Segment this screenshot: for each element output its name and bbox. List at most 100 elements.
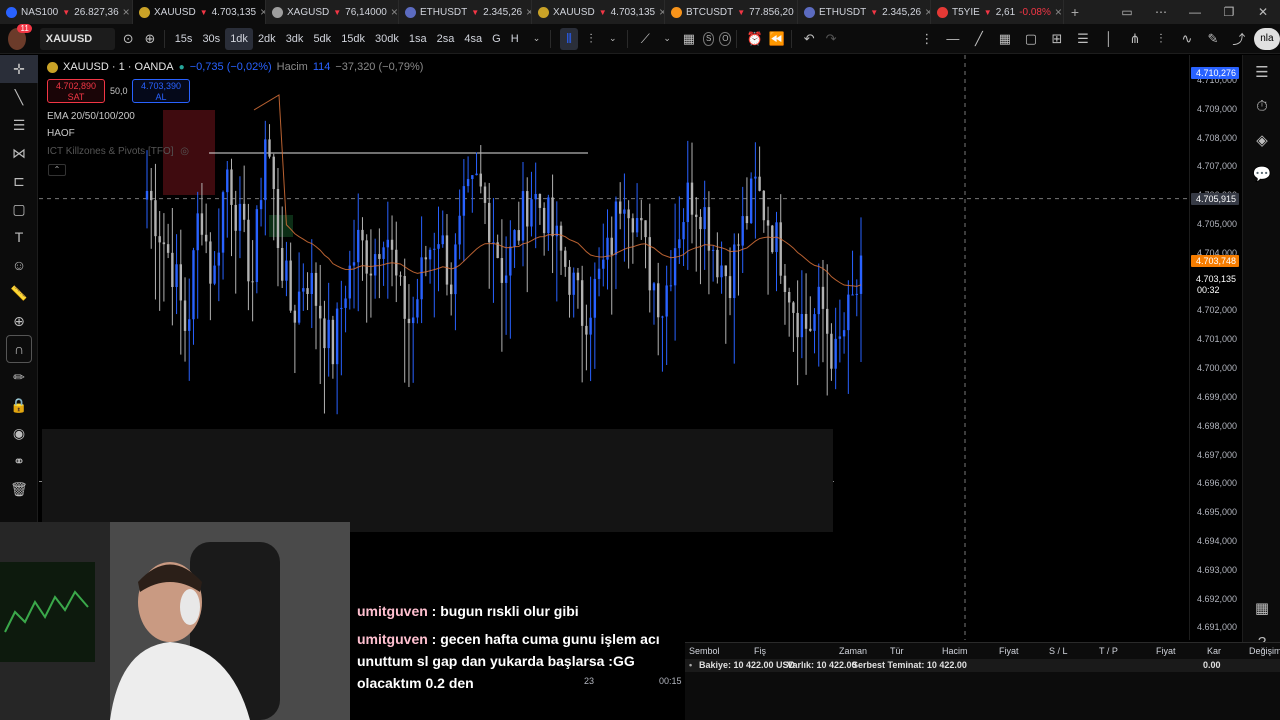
profile-button[interactable]: nla — [1253, 27, 1280, 50]
shapes-icon[interactable]: ▢ — [0, 195, 38, 223]
interval-5[interactable]: 5dk — [308, 28, 336, 50]
ruler-icon[interactable]: 📏 — [0, 279, 38, 307]
column-header[interactable]: Değişim — [1249, 646, 1280, 656]
zoom-icon[interactable]: ⊕ — [0, 307, 38, 335]
watchlist-icon[interactable]: ☰ — [1243, 55, 1280, 89]
wave-icon[interactable]: ∿ — [1176, 28, 1198, 50]
grid-icon[interactable]: ▦ — [994, 28, 1016, 50]
interval-6[interactable]: 15dk — [336, 28, 370, 50]
replay-icon[interactable]: ⏪ — [768, 28, 786, 50]
sell-button[interactable]: 4.702,890 SAT — [47, 79, 105, 103]
eye-icon[interactable]: ◉ — [0, 419, 38, 447]
trend-line-icon[interactable]: ╱ — [968, 28, 990, 50]
indicator-haof[interactable]: HAOF — [47, 128, 75, 139]
chevron-down-icon[interactable]: ⌄ — [604, 28, 622, 50]
column-header[interactable]: Hacim — [942, 646, 968, 656]
chevron-down-icon[interactable]: ⌄ — [658, 28, 676, 50]
tab-ethusdt[interactable]: ETHUSDT▼2.345,26× — [798, 0, 931, 24]
tab-btcusdt[interactable]: BTCUSDT▼77.856,20× — [665, 0, 798, 24]
interval-7[interactable]: 30dk — [370, 28, 404, 50]
more-icon[interactable]: ⋯ — [1144, 5, 1178, 19]
indicator-ema[interactable]: EMA 20/50/100/200 — [47, 111, 135, 122]
layout-icon[interactable]: ▭ — [1110, 5, 1144, 19]
add-symbol-icon[interactable]: ⊕ — [141, 28, 159, 50]
magnet-icon[interactable]: ∩ — [6, 335, 32, 363]
tab-xauusd[interactable]: XAUUSD▼4.703,135× — [133, 0, 266, 24]
vertical-line-icon[interactable]: │ — [1098, 28, 1120, 50]
chat-icon[interactable]: 💬 — [1243, 157, 1280, 191]
session-s-toggle[interactable]: S — [702, 31, 715, 46]
tab-xauusd[interactable]: XAUUSD▼4.703,135× — [532, 0, 665, 24]
legend-symbol[interactable]: XAUUSD · 1 · OANDA — [63, 61, 174, 73]
trend-line-icon[interactable]: ╲ — [0, 83, 38, 111]
tab-xagusd[interactable]: XAGUSD ▼ 76,14000 × — [266, 0, 399, 24]
layout-icon[interactable]: ▦ — [680, 28, 698, 50]
close-window-icon[interactable]: ✕ — [1246, 5, 1280, 19]
pattern-icon[interactable]: ⋈ — [0, 139, 38, 167]
maximize-icon[interactable]: ❐ — [1212, 5, 1246, 19]
column-header[interactable]: S / L — [1049, 646, 1068, 656]
column-header[interactable]: T / P — [1099, 646, 1118, 656]
add-tab-icon[interactable]: + — [1064, 4, 1086, 20]
interval-3[interactable]: 2dk — [253, 28, 281, 50]
interval-12[interactable]: H — [506, 28, 524, 50]
alert-icon[interactable]: ⏰ — [746, 28, 764, 50]
session-o-toggle[interactable]: O — [719, 31, 732, 46]
brush-icon[interactable]: ✎ — [1202, 28, 1224, 50]
close-icon[interactable]: × — [391, 5, 398, 19]
emoji-icon[interactable]: ☺ — [0, 251, 38, 279]
interval-10[interactable]: 4sa — [459, 28, 487, 50]
undo-icon[interactable]: ↶ — [800, 28, 818, 50]
fib-icon[interactable]: ☰ — [1072, 28, 1094, 50]
minimize-icon[interactable]: — — [1178, 5, 1212, 19]
link-icon[interactable]: ⚭ — [0, 447, 38, 475]
frame-icon[interactable]: ⊞ — [1046, 28, 1068, 50]
interval-0[interactable]: 15s — [170, 28, 198, 50]
horizontal-line-icon[interactable]: — — [942, 28, 964, 50]
indicators-icon[interactable]: ⟋ — [636, 28, 654, 50]
price-axis[interactable]: 4.710,000 4.709,000 4.708,000 4.707,000 4.70… — [1189, 55, 1241, 640]
interval-4[interactable]: 3dk — [281, 28, 309, 50]
column-header[interactable]: Fiyat — [999, 646, 1019, 656]
column-header[interactable]: Sembol — [689, 646, 720, 656]
buy-button[interactable]: 4.703,390 AL — [132, 79, 190, 103]
lock-icon[interactable]: 🔒 — [0, 391, 38, 419]
trash-icon[interactable]: 🗑 — [0, 475, 38, 503]
collapse-legend-button[interactable]: ⌃ — [48, 164, 66, 176]
column-header[interactable]: Fiş — [754, 646, 766, 656]
redo-icon[interactable]: ↷ — [822, 28, 840, 50]
path-icon[interactable]: ⤴ — [1228, 28, 1250, 50]
column-header[interactable]: Zaman — [839, 646, 867, 656]
interval-9[interactable]: 2sa — [432, 28, 460, 50]
column-header[interactable]: Fiyat — [1156, 646, 1176, 656]
chevron-down-icon[interactable]: ⌄ — [528, 28, 546, 50]
fib-retracement-icon[interactable]: ☰ — [0, 111, 38, 139]
column-header[interactable]: Tür — [890, 646, 904, 656]
chart-type-icon[interactable]: ⫶ — [582, 28, 600, 50]
text-icon[interactable]: T — [0, 223, 38, 251]
lock-drawing-icon[interactable]: ✏ — [0, 363, 38, 391]
forecast-icon[interactable]: ⊏ — [0, 167, 38, 195]
calendar-icon[interactable]: ▦ — [1243, 591, 1280, 625]
interval-11[interactable]: G — [487, 28, 506, 50]
symbol-search-input[interactable]: XAUUSD — [39, 27, 116, 50]
tab-nas100[interactable]: NAS100 ▼ 26.827,36 × — [0, 0, 133, 24]
layers-icon[interactable]: ◈ — [1243, 123, 1280, 157]
hidden-eye-icon[interactable]: ◎ — [180, 146, 189, 157]
interval-8[interactable]: 1sa — [404, 28, 432, 50]
crosshair-icon[interactable]: ✛ — [0, 55, 38, 83]
alerts-icon[interactable]: ⏱ — [1243, 89, 1280, 123]
regression-icon[interactable]: ⫶ — [1150, 28, 1172, 50]
interval-2[interactable]: 1dk — [225, 27, 253, 50]
pitchfork-icon[interactable]: ⋔ — [1124, 28, 1146, 50]
candles-icon[interactable]: ⫴ — [560, 27, 579, 50]
close-icon[interactable]: × — [1055, 5, 1062, 19]
close-icon[interactable]: × — [123, 5, 130, 19]
grip-icon[interactable]: ⋮ — [916, 28, 938, 50]
indicator-ict[interactable]: ICT Killzones & Pivots [TFO] ◎ — [47, 146, 189, 157]
avatar[interactable]: 11 — [8, 23, 32, 50]
tab-ethusdt[interactable]: ETHUSDT▼2.345,26× — [399, 0, 532, 24]
interval-1[interactable]: 30s — [197, 28, 225, 50]
tab-t5yie[interactable]: T5YIE ▼ 2,61 -0.08% × — [931, 0, 1064, 24]
rectangle-icon[interactable]: ▢ — [1020, 28, 1042, 50]
